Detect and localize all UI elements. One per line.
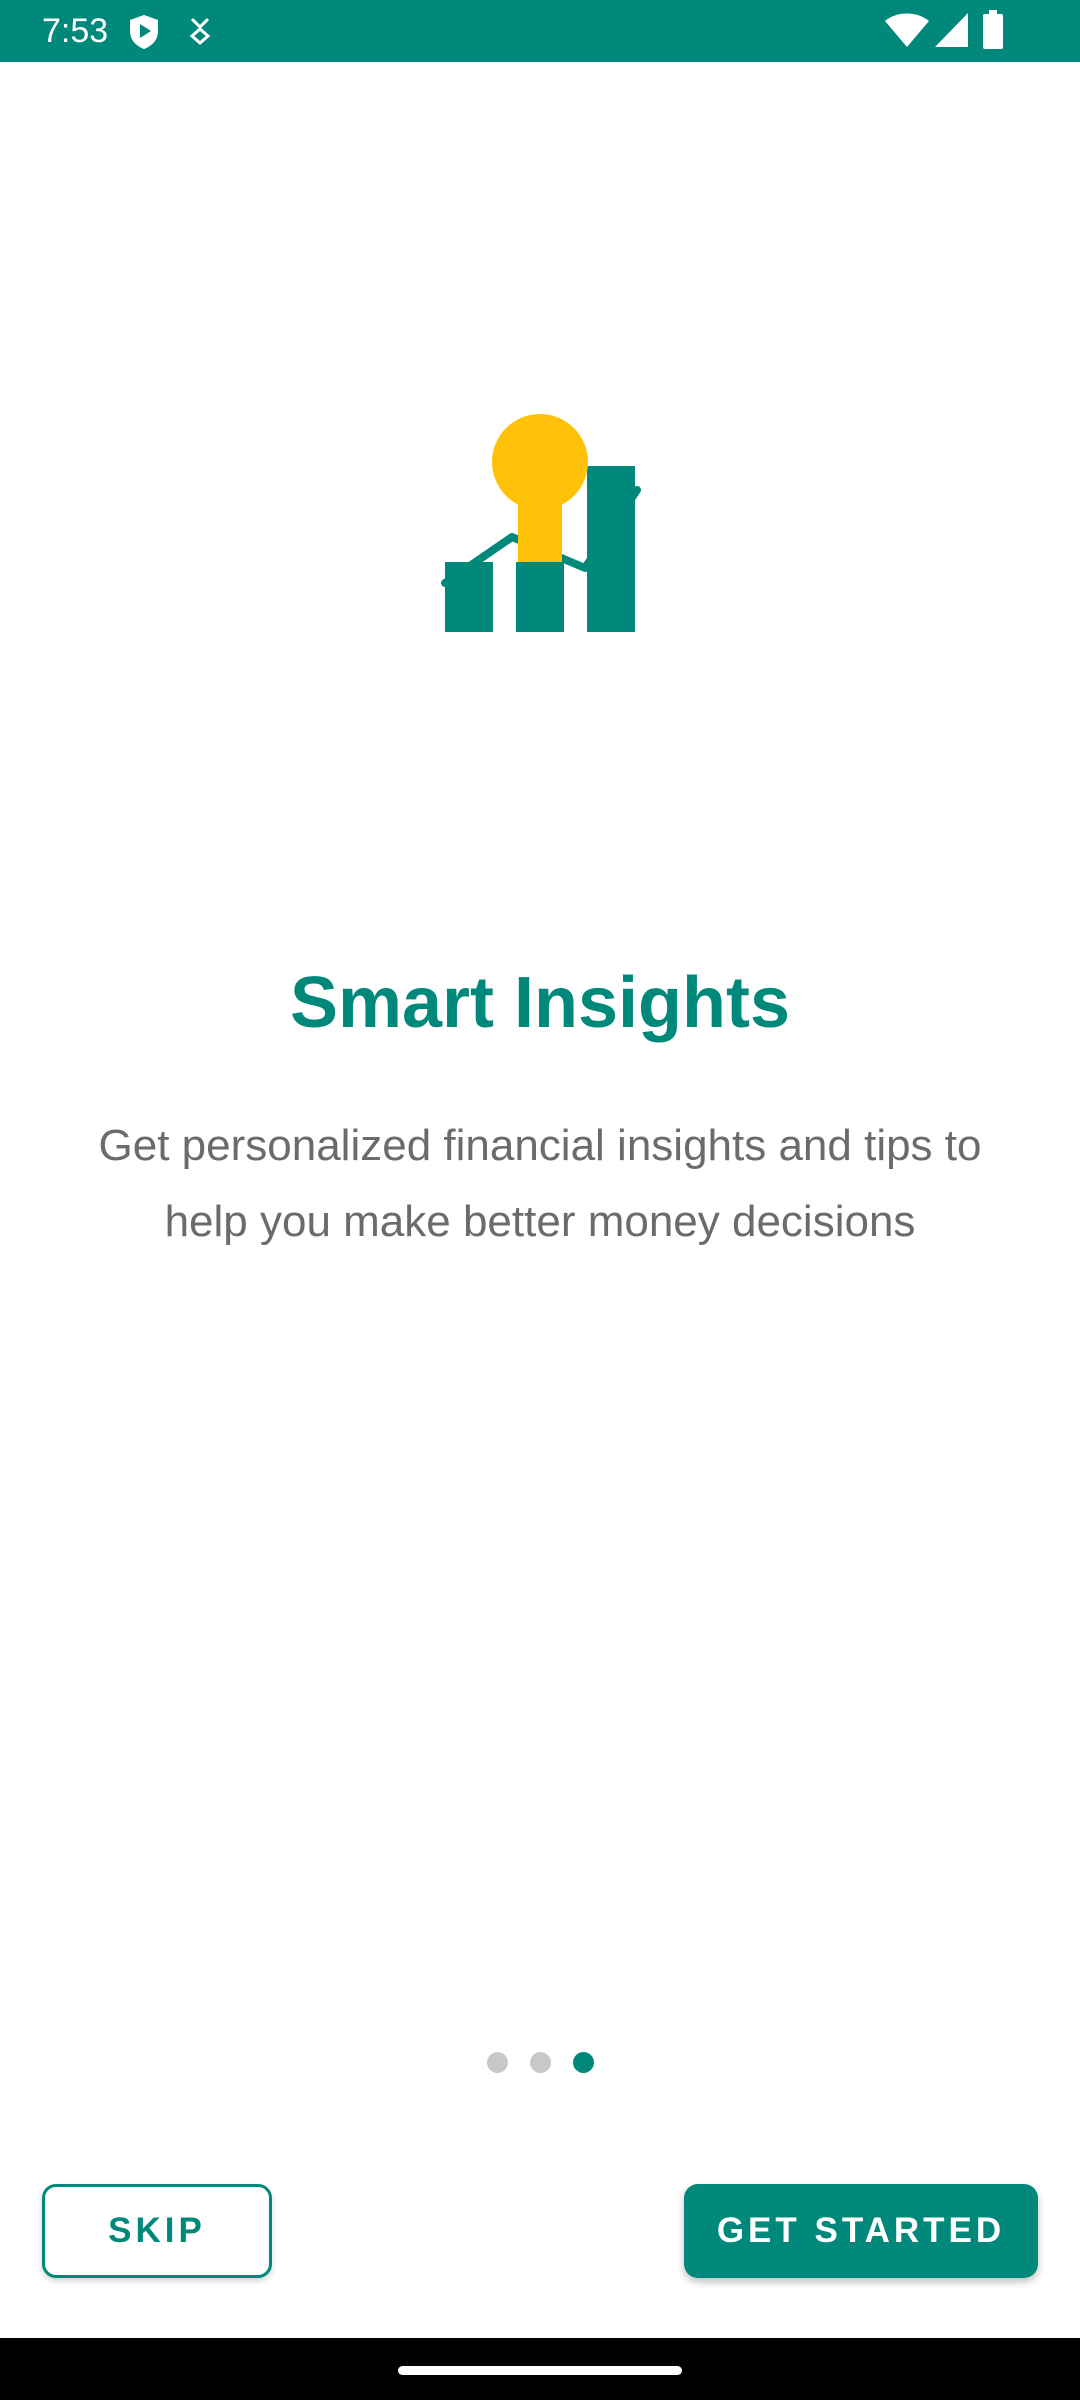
navigation-bar (0, 2338, 1080, 2400)
download-icon (189, 17, 211, 45)
page-dot-3-active[interactable] (572, 2052, 594, 2073)
skip-button[interactable]: SKIP (42, 2184, 272, 2278)
signal-icon (935, 13, 968, 47)
page-dot-1[interactable] (486, 2052, 508, 2073)
wifi-icon (885, 13, 929, 47)
shield-play-icon (130, 15, 158, 49)
bulb-chart-icon (441, 414, 641, 632)
page-dot-2[interactable] (529, 2052, 551, 2073)
battery-icon (983, 10, 1003, 49)
status-time: 7:53 (42, 12, 109, 50)
page-title: Smart Insights (289, 963, 791, 1043)
get-started-button[interactable]: GET STARTED (684, 2184, 1038, 2278)
page-description: Get personalized financial insights and … (98, 1121, 982, 1246)
home-indicator[interactable] (398, 2366, 682, 2375)
status-bar: 7:53 (0, 0, 1080, 62)
page-indicator (0, 2052, 1080, 2074)
